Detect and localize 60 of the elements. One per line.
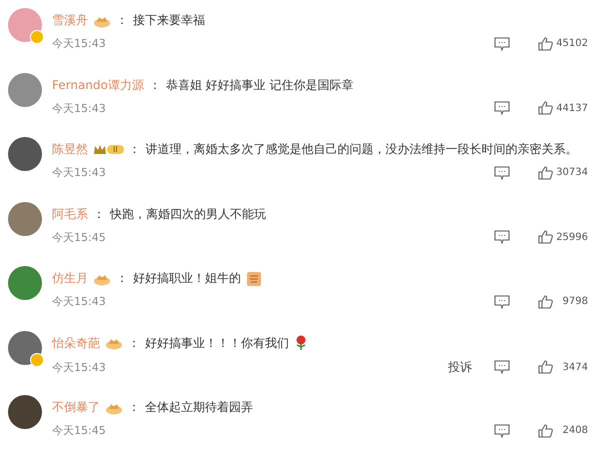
like-count: 2408 [562, 425, 588, 436]
user-name[interactable]: 怡朵奇葩 [52, 334, 100, 352]
like-count: 30734 [556, 167, 588, 178]
comment-icon[interactable] [494, 360, 510, 374]
avatar[interactable] [8, 395, 42, 429]
user-name[interactable]: 陈昱然 [52, 141, 88, 158]
user-name[interactable]: 不倒暴了 [52, 399, 100, 416]
report-link[interactable]: 投诉 [448, 358, 472, 376]
comment-time: 今天15:43 [52, 100, 107, 116]
user-name[interactable]: 阿毛系 [52, 206, 88, 222]
emoji-icon [246, 270, 262, 286]
comment-time: 今天15:45 [52, 230, 107, 244]
like-count: 45102 [556, 38, 588, 49]
colon-separator: ： [93, 206, 105, 222]
colon-separator: ： [116, 270, 128, 287]
comment-icon[interactable] [494, 36, 510, 50]
thumbs-up-icon[interactable] [538, 294, 553, 308]
colon-separator: ： [128, 334, 140, 352]
verified-badge-icon [30, 30, 44, 44]
thumbs-up-icon[interactable] [538, 360, 553, 374]
comment-time: 今天15:45 [52, 423, 107, 438]
colon-separator: ： [128, 141, 141, 158]
rose-icon [294, 335, 308, 351]
comment-time: 今天15:43 [52, 36, 107, 51]
user-name[interactable]: 仿生月 [52, 270, 88, 287]
like-count: 9798 [562, 296, 588, 307]
comment-text: 讲道理，离婚太多次了感觉是他自己的问题，没办法维持一段长时间的亲密关系。 [146, 141, 578, 158]
comment-text: 好好搞事业！！！你有我们 [145, 334, 289, 352]
comment-text: 好好搞职业！姐牛的 [133, 270, 241, 287]
like-count: 44137 [556, 102, 588, 114]
user-name[interactable]: 雪溪舟 [52, 12, 88, 29]
comment-text: 快跑，离婚四次的男人不能玩 [110, 206, 266, 222]
like-count: 3474 [562, 362, 588, 372]
avatar[interactable] [8, 137, 42, 171]
comment-icon[interactable] [494, 230, 510, 244]
thumbs-up-icon[interactable] [538, 424, 553, 438]
colon-separator: ： [148, 76, 161, 94]
comment-text: 恭喜姐 好好搞事业 记住你是国际章 [166, 76, 354, 94]
avatar[interactable] [8, 330, 42, 364]
crown-badge-icon [105, 336, 123, 350]
thumbs-up-icon[interactable] [538, 101, 553, 115]
comment-text: 接下来要幸福 [133, 12, 205, 29]
colon-separator: ： [128, 399, 140, 416]
crown-badge-icon [93, 144, 107, 156]
like-count: 25996 [556, 232, 588, 242]
thumbs-up-icon[interactable] [538, 166, 553, 180]
comment-time: 今天15:43 [52, 360, 107, 374]
comment-icon[interactable] [494, 166, 510, 180]
comment-icon[interactable] [494, 424, 510, 438]
level-badge: II [107, 145, 124, 154]
user-name[interactable]: Fernando谭力源 [52, 76, 144, 94]
comment-text: 全体起立期待着园弄 [145, 399, 253, 416]
thumbs-up-icon[interactable] [538, 36, 553, 50]
comment-icon[interactable] [494, 294, 510, 308]
comment-icon[interactable] [494, 101, 510, 115]
comment-time: 今天15:43 [52, 165, 107, 180]
colon-separator: ： [116, 12, 128, 29]
verified-badge-icon [30, 352, 44, 366]
thumbs-up-icon[interactable] [538, 230, 553, 244]
comment-time: 今天15:43 [52, 294, 107, 309]
